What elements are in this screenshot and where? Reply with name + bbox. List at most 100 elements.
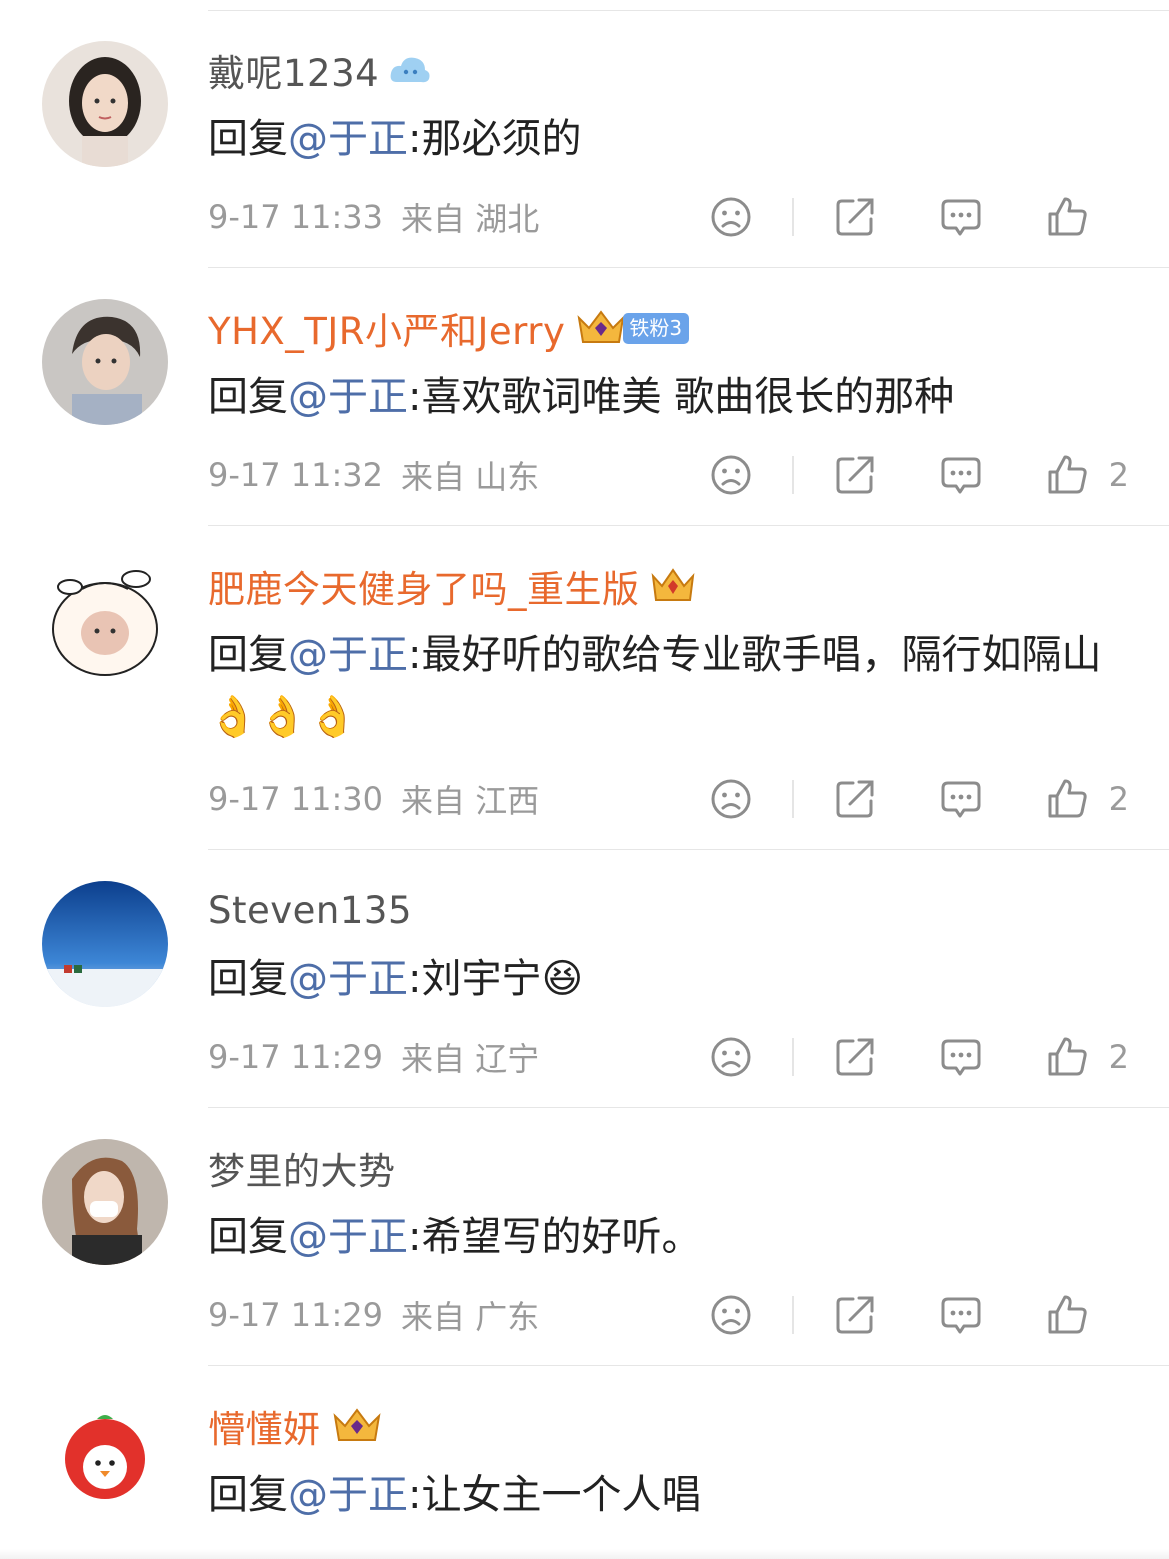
comment-icon[interactable] [939, 453, 983, 497]
comment-time: 9-17 11:32 [208, 456, 384, 494]
comment-icon[interactable] [939, 1035, 983, 1079]
action-separator [791, 1038, 794, 1076]
action-bar: 2 [709, 774, 1129, 824]
action-separator [792, 198, 794, 236]
meta-row: 9-17 11:30 来自 江西 2 [208, 774, 1129, 824]
avatar[interactable] [42, 881, 168, 1007]
scroll-edge [0, 1549, 1169, 1559]
crown-badge-icon [575, 308, 627, 348]
comment-divider [208, 849, 1169, 850]
reply-prefix: 回复 [208, 1472, 288, 1518]
username[interactable]: 懵懂妍 [208, 1399, 321, 1453]
mention-link[interactable]: @于正 [288, 116, 408, 162]
meta-row: 9-17 11:33 来自 湖北 [208, 192, 1129, 242]
username[interactable]: 梦里的大势 [208, 1141, 396, 1195]
comment-icon[interactable] [939, 777, 983, 821]
username[interactable]: YHX_TJR小严和Jerry [208, 301, 565, 355]
reply-body: :希望写的好听。 [408, 1214, 702, 1260]
name-row: YHX_TJR小严和Jerry 铁粉3 [208, 298, 690, 358]
comment-location: 来自 广东 [401, 1298, 540, 1336]
meta-row: 9-17 11:32 来自 山东 2 [208, 450, 1129, 500]
thumbs-up-icon[interactable] [1045, 195, 1089, 239]
reply-body: :喜欢歌词唯美 歌曲很长的那种 [408, 374, 955, 420]
reply-text: 回复@于正:那必须的 [208, 108, 1109, 170]
comment-icon[interactable] [939, 195, 983, 239]
avatar[interactable] [42, 1397, 168, 1523]
share-icon[interactable] [833, 1293, 877, 1337]
comment-divider [208, 525, 1169, 526]
laughing-emoji: 😆 [541, 956, 584, 1002]
mention-link[interactable]: @于正 [288, 632, 408, 678]
thumbs-up-icon[interactable] [1045, 1293, 1089, 1337]
comment-location: 来自 山东 [401, 458, 540, 496]
reply-body: :那必须的 [408, 116, 582, 162]
thumbs-up-icon[interactable] [1045, 453, 1089, 497]
reply-prefix: 回复 [208, 374, 288, 420]
name-row: 肥鹿今天健身了吗_重生版 [208, 556, 696, 616]
share-icon[interactable] [833, 195, 877, 239]
frown-icon[interactable] [709, 777, 753, 821]
avatar[interactable] [42, 41, 168, 167]
avatar[interactable] [42, 299, 168, 425]
comment-divider [208, 1107, 1169, 1108]
comment-location: 来自 江西 [401, 782, 540, 820]
action-separator [792, 1296, 794, 1334]
crown-badge-icon [331, 1406, 383, 1446]
action-bar: 2 [709, 1032, 1129, 1082]
comment-time: 9-17 11:30 [208, 780, 384, 818]
frown-icon[interactable] [709, 1035, 753, 1079]
avatar[interactable] [42, 557, 168, 683]
reply-text: 回复@于正:刘宇宁😆 [208, 948, 1109, 1010]
name-row: Steven135 [208, 880, 412, 940]
comment-divider [208, 267, 1169, 268]
reply-prefix: 回复 [208, 956, 288, 1002]
name-row: 懵懂妍 [208, 1396, 383, 1456]
reply-text: 回复@于正:喜欢歌词唯美 歌曲很长的那种 [208, 366, 1109, 428]
meta-row: 9-17 11:29 来自 辽宁 2 [208, 1032, 1129, 1082]
share-icon[interactable] [833, 1035, 877, 1079]
username[interactable]: 肥鹿今天健身了吗_重生版 [208, 559, 640, 613]
action-bar [709, 192, 1129, 242]
action-bar: 2 [709, 450, 1129, 500]
comment-icon[interactable] [939, 1293, 983, 1337]
reply-body: :最好听的歌给专业歌手唱，隔行如隔山 [408, 632, 1102, 678]
reply-body: :刘宇宁 [408, 956, 542, 1002]
reply-text: 回复@于正:最好听的歌给专业歌手唱，隔行如隔山 👌👌👌 [208, 624, 1108, 748]
frown-icon[interactable] [709, 1293, 753, 1337]
ok-hand-emoji: 👌👌👌 [208, 694, 358, 740]
share-icon[interactable] [833, 453, 877, 497]
comment-divider [208, 1365, 1169, 1366]
action-bar [709, 1290, 1129, 1340]
crown-badge-icon [650, 566, 696, 606]
reply-text: 回复@于正:让女主一个人唱 [208, 1464, 1109, 1526]
reply-body: :让女主一个人唱 [408, 1472, 702, 1518]
name-row: 梦里的大势 [208, 1138, 396, 1198]
avatar[interactable] [42, 1139, 168, 1265]
comment-time: 9-17 11:29 [208, 1038, 384, 1076]
share-icon[interactable] [833, 777, 877, 821]
username[interactable]: 戴呢1234 [208, 43, 379, 97]
mention-link[interactable]: @于正 [288, 374, 408, 420]
thumbs-up-icon[interactable] [1045, 1035, 1089, 1079]
comment-location: 来自 辽宁 [401, 1040, 540, 1078]
thumbs-up-icon[interactable] [1045, 777, 1089, 821]
like-count: 2 [1108, 780, 1129, 818]
frown-icon[interactable] [709, 453, 753, 497]
reply-prefix: 回复 [208, 632, 288, 678]
comment-time: 9-17 11:29 [208, 1296, 384, 1334]
mention-link[interactable]: @于正 [288, 1214, 408, 1260]
action-separator [791, 456, 794, 494]
name-row: 戴呢1234 [208, 40, 431, 100]
mention-link[interactable]: @于正 [288, 956, 408, 1002]
mention-link[interactable]: @于正 [288, 1472, 408, 1518]
action-separator [791, 780, 794, 818]
meta-row: 9-17 11:29 来自 广东 [208, 1290, 1129, 1340]
like-count: 2 [1108, 1038, 1129, 1076]
frown-icon[interactable] [709, 195, 753, 239]
username[interactable]: Steven135 [208, 889, 412, 932]
cloud-badge-icon [389, 52, 431, 88]
reply-prefix: 回复 [208, 116, 288, 162]
like-count: 2 [1108, 456, 1129, 494]
top-divider [208, 10, 1169, 11]
comment-location: 来自 湖北 [401, 200, 540, 238]
